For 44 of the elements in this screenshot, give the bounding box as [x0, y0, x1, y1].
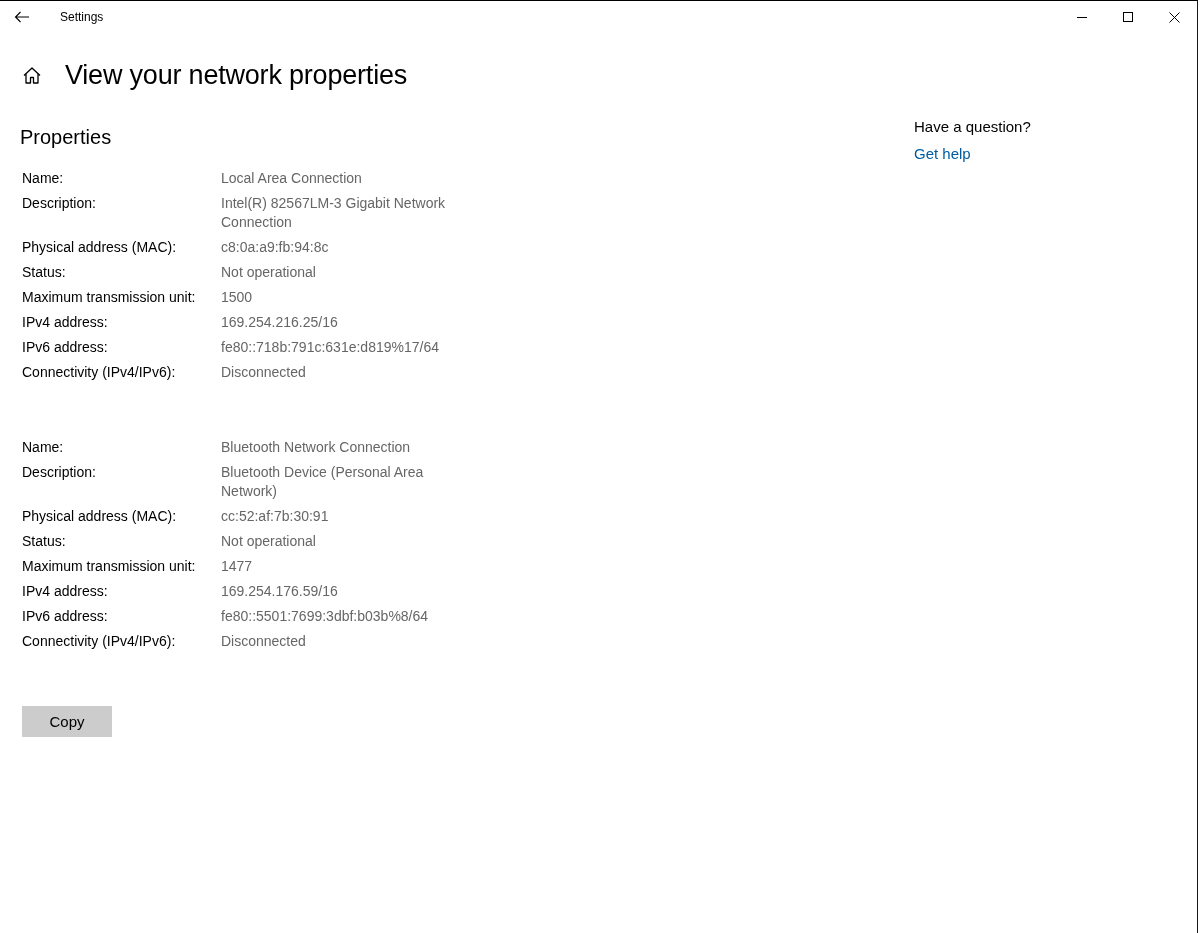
- property-value: cc:52:af:7b:30:91: [221, 507, 330, 526]
- minimize-icon: [1077, 16, 1087, 18]
- home-button[interactable]: [23, 66, 41, 84]
- section-heading: Properties: [20, 125, 113, 150]
- property-value: Not operational: [221, 263, 317, 282]
- get-help-link[interactable]: Get help: [914, 144, 971, 164]
- property-value: fe80::5501:7699:3dbf:b03b%8/64: [221, 607, 430, 626]
- property-value: 169.254.176.59/16: [221, 582, 339, 601]
- property-label: Name:: [22, 169, 65, 188]
- property-label: IPv4 address:: [22, 582, 109, 601]
- property-value: 169.254.216.25/16: [221, 313, 339, 332]
- property-label: Status:: [22, 263, 67, 282]
- window-title: Settings: [60, 10, 104, 24]
- property-value: Not operational: [221, 532, 317, 551]
- property-value: Bluetooth Device (Personal Area Network): [221, 463, 425, 501]
- property-value: Local Area Connection: [221, 169, 363, 188]
- property-label: Physical address (MAC):: [22, 507, 178, 526]
- property-label: Maximum transmission unit:: [22, 288, 197, 307]
- property-label: Name:: [22, 438, 65, 457]
- property-value: c8:0a:a9:fb:94:8c: [221, 238, 330, 257]
- property-value: 1477: [221, 557, 254, 576]
- property-label: IPv6 address:: [22, 607, 109, 626]
- property-label: Description:: [22, 194, 97, 213]
- copy-button[interactable]: Copy: [22, 706, 112, 737]
- property-label: IPv4 address:: [22, 313, 109, 332]
- back-arrow-icon: [14, 11, 30, 23]
- property-label: Physical address (MAC):: [22, 238, 178, 257]
- property-label: Status:: [22, 532, 67, 551]
- property-value: 1500: [221, 288, 254, 307]
- property-value: Disconnected: [221, 632, 307, 651]
- property-value: Disconnected: [221, 363, 307, 382]
- property-value: Intel(R) 82567LM-3 Gigabit Network Connection: [221, 194, 447, 232]
- property-label: Connectivity (IPv4/IPv6):: [22, 632, 177, 651]
- property-label: IPv6 address:: [22, 338, 109, 357]
- property-label: Connectivity (IPv4/IPv6):: [22, 363, 177, 382]
- page-title: View your network properties: [65, 59, 408, 92]
- maximize-icon: [1123, 12, 1133, 22]
- help-question: Have a question?: [914, 117, 1031, 137]
- close-icon: [1168, 11, 1180, 23]
- property-label: Maximum transmission unit:: [22, 557, 197, 576]
- home-icon: [23, 66, 41, 84]
- property-value: fe80::718b:791c:631e:d819%17/64: [221, 338, 440, 357]
- property-label: Description:: [22, 463, 97, 482]
- property-value: Bluetooth Network Connection: [221, 438, 412, 457]
